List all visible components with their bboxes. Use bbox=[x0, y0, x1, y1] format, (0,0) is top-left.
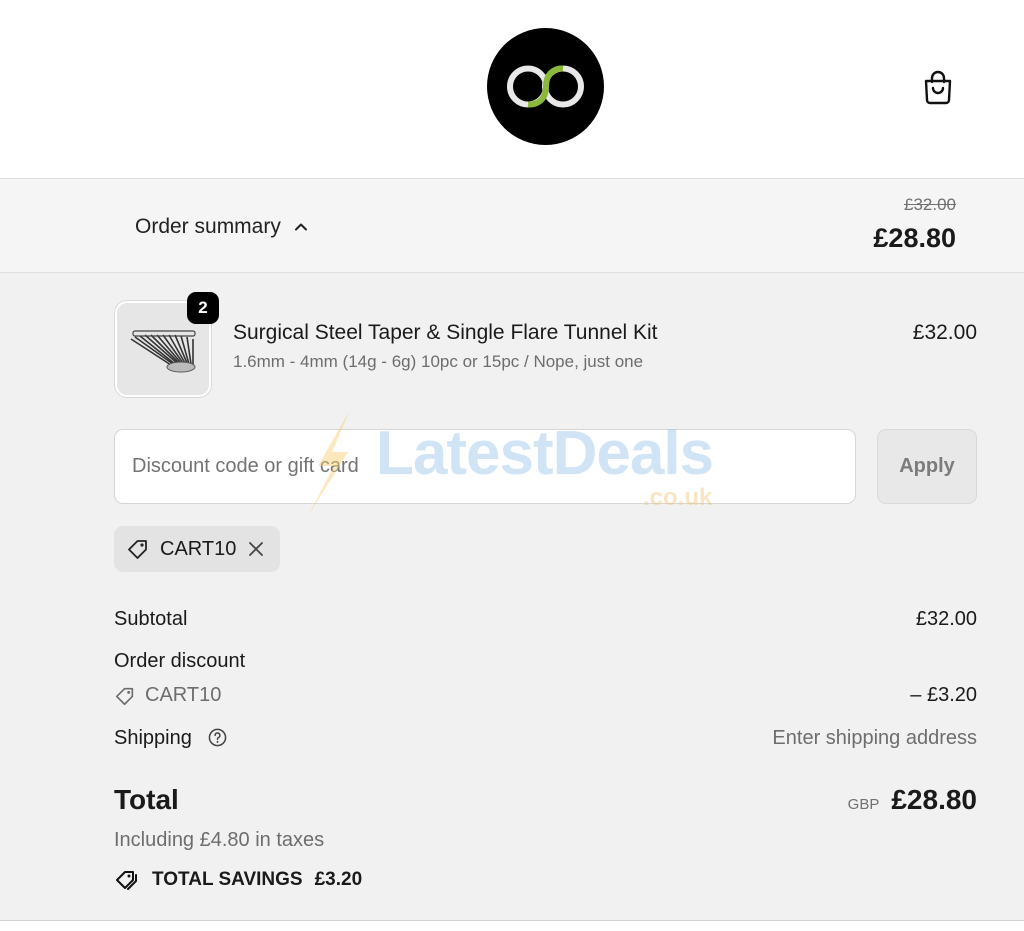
tag-icon bbox=[115, 687, 134, 705]
total-amount: £28.80 bbox=[891, 784, 977, 815]
total-savings: TOTAL SAVINGS £3.20 bbox=[114, 867, 362, 893]
product-price: £32.00 bbox=[912, 321, 977, 344]
applied-discount-chip: CART10 bbox=[114, 526, 281, 572]
discount-code-input[interactable] bbox=[114, 429, 856, 504]
applied-discount-code: CART10 bbox=[160, 537, 237, 560]
order-discount-code: CART10 bbox=[145, 684, 222, 706]
shopping-bag-icon[interactable] bbox=[921, 69, 955, 105]
order-summary-label: Order summary bbox=[135, 215, 281, 238]
help-circle-icon[interactable] bbox=[208, 728, 227, 747]
original-price: £32.00 bbox=[904, 195, 956, 214]
order-summary-toggle[interactable]: Order summary bbox=[135, 215, 309, 239]
order-discount-value: – £3.20 bbox=[910, 684, 977, 706]
remove-discount-button[interactable] bbox=[246, 539, 266, 559]
taper-kit-image bbox=[130, 330, 196, 373]
logo-rings-icon bbox=[507, 65, 584, 108]
tag-icon bbox=[128, 540, 147, 559]
total-savings-label: TOTAL SAVINGS bbox=[152, 869, 303, 890]
tags-icon bbox=[116, 871, 137, 890]
product-name: Surgical Steel Taper & Single Flare Tunn… bbox=[233, 321, 658, 344]
subtotal-value: £32.00 bbox=[915, 608, 977, 630]
currency-code: GBP bbox=[847, 796, 880, 813]
shipping-label: Shipping bbox=[114, 727, 192, 749]
total-label: Total bbox=[114, 784, 179, 815]
order-discount-label: Order discount bbox=[114, 650, 246, 672]
close-icon bbox=[249, 542, 264, 556]
apply-button[interactable]: Apply bbox=[877, 429, 977, 504]
order-summary-panel: 2 Surgical Steel Taper & Single Flare Tu… bbox=[0, 273, 1024, 921]
tax-note: Including £4.80 in taxes bbox=[114, 829, 325, 851]
total-amount-group: GBP £28.80 bbox=[848, 784, 977, 816]
discounted-price: £28.80 bbox=[873, 223, 956, 253]
total-savings-amount: £3.20 bbox=[314, 869, 363, 890]
subtotal-label: Subtotal bbox=[114, 608, 188, 630]
shipping-value: Enter shipping address bbox=[772, 727, 977, 749]
chevron-up-icon bbox=[294, 223, 307, 231]
checkout-header bbox=[0, 0, 1024, 178]
order-discount-code-line: CART10 bbox=[114, 684, 221, 707]
order-summary-bar: Order summary £32.00 £28.80 bbox=[0, 178, 1024, 273]
store-logo[interactable] bbox=[487, 28, 604, 145]
quantity-badge: 2 bbox=[187, 292, 219, 324]
product-variant: 1.6mm - 4mm (14g - 6g) 10pc or 15pc / No… bbox=[233, 352, 644, 371]
